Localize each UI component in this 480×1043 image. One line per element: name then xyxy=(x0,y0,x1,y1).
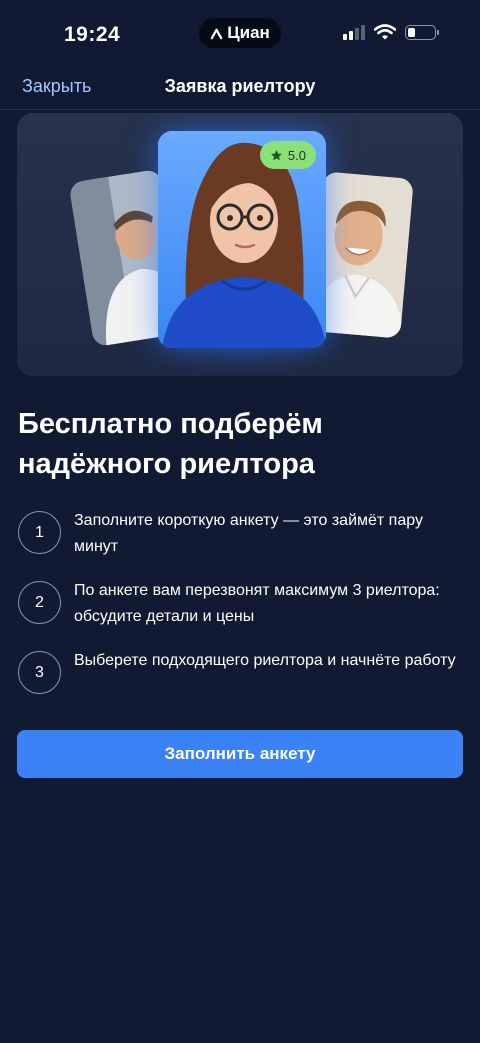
signal-icon xyxy=(343,24,365,40)
close-button[interactable]: Закрыть xyxy=(22,76,91,97)
step-item: 2 По анкете вам перезвонят максимум 3 ри… xyxy=(18,578,464,648)
step-number-badge: 3 xyxy=(18,651,61,694)
rating-value: 5.0 xyxy=(287,147,306,163)
cian-logo-icon xyxy=(210,28,223,39)
screen: 19:24 Циан Закрыть Заявка риелтору 5.0 Б… xyxy=(0,0,480,1043)
hero-banner: 5.0 xyxy=(17,113,463,376)
wifi-icon xyxy=(374,24,396,40)
status-bar: 19:24 Циан xyxy=(0,0,480,66)
step-item: 1 Заполните короткую анкету — это займёт… xyxy=(18,508,464,578)
app-pill-label: Циан xyxy=(227,23,270,42)
step-item: 3 Выберете подходящего риелтора и начнёт… xyxy=(18,648,464,718)
step-number-badge: 1 xyxy=(18,511,61,554)
rating-badge: 5.0 xyxy=(259,141,316,169)
status-icons xyxy=(343,24,439,40)
fill-form-button[interactable]: Заполнить анкету xyxy=(17,730,463,778)
status-time: 19:24 xyxy=(64,23,121,46)
step-text: Выберете подходящего риелтора и начнёте … xyxy=(74,652,456,669)
battery-icon xyxy=(405,24,439,40)
star-icon xyxy=(271,149,282,160)
step-text: По анкете вам перезвонят максимум 3 риел… xyxy=(74,582,440,625)
nav-bar: Закрыть Заявка риелтору xyxy=(0,66,480,110)
realtor-photo-main: 5.0 xyxy=(158,131,326,348)
app-pill[interactable]: Циан xyxy=(199,18,281,48)
main-heading: Бесплатно подберём надёжного риелтора xyxy=(18,408,323,480)
step-number-badge: 2 xyxy=(18,581,61,624)
steps-list: 1 Заполните короткую анкету — это займёт… xyxy=(18,508,464,718)
step-text: Заполните короткую анкету — это займёт п… xyxy=(74,512,423,555)
